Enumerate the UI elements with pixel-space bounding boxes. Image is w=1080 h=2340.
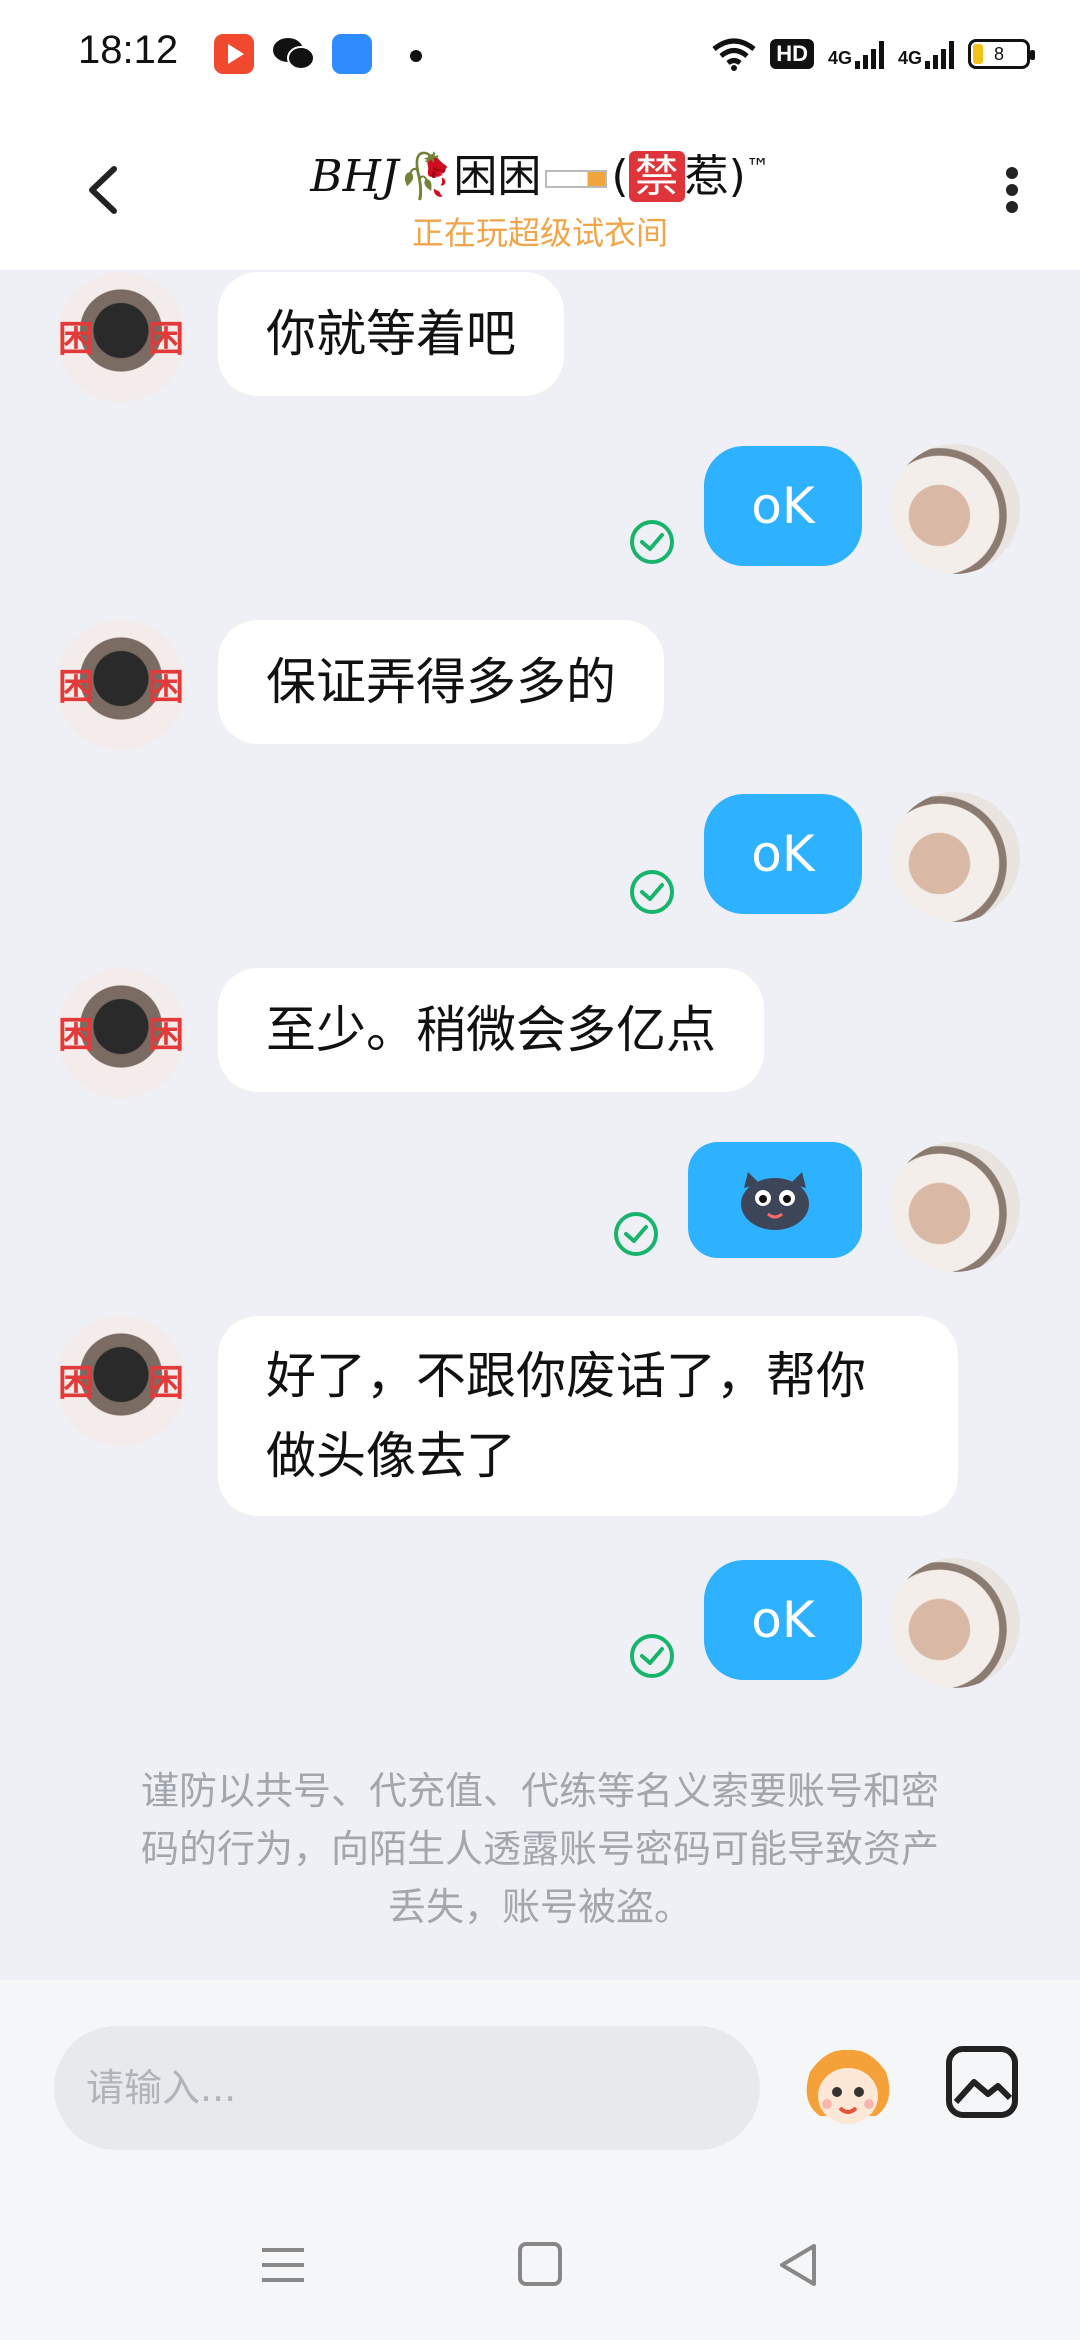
battery-icon: 8 [968, 39, 1035, 69]
status-bar: 18:12 HD 4G 4G 8 [0, 0, 1080, 110]
my-avatar[interactable] [890, 444, 1020, 574]
system-nav-bar [0, 2200, 1080, 2340]
message-line-2: 做头像去了 [266, 1427, 516, 1485]
notice-line-3: 丢失，账号被盗。 [387, 1885, 692, 1929]
message-line-1: 好了，不跟你废话了，帮你 [266, 1347, 866, 1405]
message-bubble-incoming[interactable]: 至少。稍微会多亿点 [218, 968, 764, 1092]
recent-apps-icon[interactable] [260, 2242, 306, 2288]
my-avatar[interactable] [890, 1558, 1020, 1688]
message-bubble-incoming[interactable]: 你就等着吧 [218, 272, 564, 396]
rose-icon: 🥀 [398, 151, 454, 202]
contact-avatar[interactable]: 困困 [56, 1316, 186, 1446]
hd-voice-badge: HD [770, 39, 814, 69]
chat-header: BHJ🥀困困(禁惹)™ 正在玩超级试衣间 [0, 110, 1080, 270]
wechat-icon [272, 34, 315, 74]
sticker-message[interactable] [688, 1142, 862, 1258]
notification-dot [410, 50, 422, 62]
my-avatar[interactable] [890, 1142, 1020, 1272]
contact-avatar[interactable]: 困困 [56, 272, 186, 402]
signal-icon-2: 4G [898, 39, 954, 69]
status-time: 18:12 [78, 28, 179, 72]
system-indicators: HD 4G 4G 8 [712, 30, 1035, 78]
mascot-icon [806, 2049, 890, 2124]
message-bubble-incoming[interactable]: 好了，不跟你废话了，帮你 做头像去了 [218, 1316, 958, 1516]
sent-check-icon [630, 870, 674, 914]
notice-line-1: 谨防以共号、代充值、代练等名义索要账号和密 [140, 1769, 939, 1813]
network-label-1: 4G [827, 48, 852, 68]
title-name: 困困 [453, 151, 542, 202]
sent-check-icon [630, 1634, 674, 1678]
back-triangle-icon[interactable] [774, 2240, 824, 2290]
signal-icon: 4G [828, 39, 884, 69]
sent-check-icon [614, 1212, 658, 1256]
emoji-mascot-button[interactable] [800, 2032, 896, 2142]
trademark-symbol: ™ [745, 153, 770, 182]
message-bubble-outgoing[interactable]: oK [704, 1560, 862, 1680]
sent-check-icon [630, 520, 674, 564]
my-avatar[interactable] [890, 792, 1020, 922]
notice-line-2: 码的行为，向陌生人透露账号密码可能导致资产 [140, 1827, 939, 1871]
chat-title: BHJ🥀困困(禁惹)™ [310, 151, 770, 202]
image-picker-icon[interactable] [944, 2044, 1020, 2120]
title-ban-badge: 禁 [628, 151, 685, 202]
title-suffix: 惹 [684, 151, 729, 202]
message-bubble-outgoing[interactable]: oK [704, 794, 862, 914]
contact-avatar[interactable]: 困困 [56, 620, 186, 750]
network-label-2: 4G [897, 48, 922, 68]
title-prefix: BHJ [310, 151, 399, 202]
more-options-icon[interactable] [982, 155, 1042, 225]
home-button-icon[interactable] [518, 2242, 562, 2286]
cigarette-icon [545, 170, 608, 188]
files-app-icon [332, 34, 372, 74]
contact-avatar[interactable]: 困困 [56, 968, 186, 1098]
message-bubble-outgoing[interactable]: oK [704, 446, 862, 566]
chat-subtitle: 正在玩超级试衣间 [411, 214, 668, 252]
message-bubble-incoming[interactable]: 保证弄得多多的 [218, 620, 664, 744]
input-bar: 请输入... [0, 1980, 1080, 2200]
message-input[interactable]: 请输入... [54, 2026, 760, 2150]
security-notice: 谨防以共号、代充值、代练等名义索要账号和密 码的行为，向陌生人透露账号密码可能导… [100, 1762, 980, 1936]
wifi-icon [712, 38, 756, 71]
black-cat-sticker-icon [741, 1172, 809, 1230]
video-app-icon [214, 34, 254, 74]
